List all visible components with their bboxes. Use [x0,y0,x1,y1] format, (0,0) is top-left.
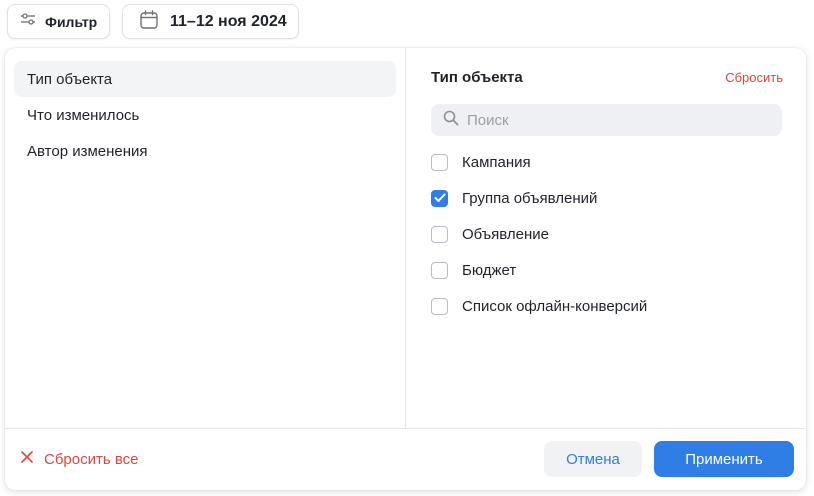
category-item-label: Автор изменения [27,142,148,160]
detail-header: Тип объекта Сбросить [431,48,783,104]
option-label: Кампания [462,153,531,171]
search-input[interactable] [467,111,767,129]
option-campaign[interactable]: Кампания [431,144,782,180]
category-item-label: Тип объекта [27,70,113,88]
option-offline-conversions[interactable]: Список офлайн-конверсий [431,288,782,324]
checkmark-icon [434,193,445,202]
sliders-icon [20,12,36,31]
search-box [431,104,782,136]
option-label: Список офлайн-конверсий [462,297,648,315]
filter-detail: Тип объекта Сбросить Кампания [407,48,806,428]
reset-all-button[interactable]: Сбросить все [21,450,138,468]
option-label: Бюджет [462,261,517,279]
category-item-change-author[interactable]: Автор изменения [14,133,396,169]
option-list: Кампания Группа объявлений Объявление Бю… [431,144,782,324]
detail-title: Тип объекта [431,68,523,86]
option-label: Группа объявлений [462,189,598,207]
option-budget[interactable]: Бюджет [431,252,782,288]
checkbox[interactable] [431,225,448,243]
filter-button[interactable]: Фильтр [7,4,110,39]
filter-category-list: Тип объекта Что изменилось Автор изменен… [5,48,406,428]
option-ad[interactable]: Объявление [431,216,782,252]
filter-button-label: Фильтр [45,13,98,30]
date-range-label: 11–12 ноя 2024 [170,12,287,30]
option-ad-group[interactable]: Группа объявлений [431,180,782,216]
checkbox[interactable] [431,297,448,315]
apply-button[interactable]: Применить [654,441,794,477]
panel-footer: Сбросить все Отмена Применить [5,428,806,490]
category-item-label: Что изменилось [27,106,140,124]
checkbox[interactable] [431,189,448,207]
category-item-what-changed[interactable]: Что изменилось [14,97,396,133]
checkbox[interactable] [431,261,448,279]
calendar-icon [140,9,158,34]
reset-all-label: Сбросить все [44,450,139,468]
date-range-button[interactable]: 11–12 ноя 2024 [122,4,299,39]
category-item-object-type[interactable]: Тип объекта [14,61,396,97]
toolbar: Фильтр 11–12 ноя 2024 [0,0,814,48]
option-label: Объявление [462,225,549,243]
reset-section-link[interactable]: Сбросить [725,70,783,85]
close-icon [21,450,33,468]
checkbox[interactable] [431,153,448,171]
cancel-button[interactable]: Отмена [544,441,642,477]
search-icon [443,110,459,131]
filter-panel: Тип объекта Что изменилось Автор изменен… [5,48,806,490]
